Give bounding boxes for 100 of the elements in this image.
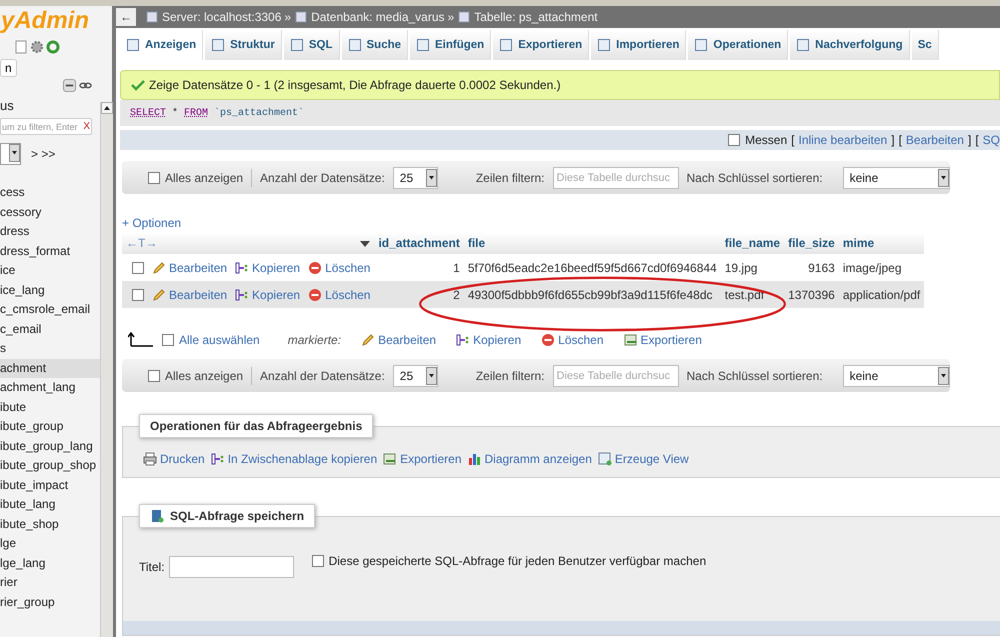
- operation-link[interactable]: Diagramm anzeigen: [484, 452, 592, 466]
- column-header[interactable]: id_attachment: [374, 232, 464, 254]
- sort-select[interactable]: keine: [842, 364, 950, 386]
- tab[interactable]: SQL: [284, 30, 340, 60]
- clear-button[interactable]: X: [83, 121, 90, 132]
- bulk-action-link[interactable]: Bearbeiten: [378, 333, 436, 347]
- column-header[interactable]: file_name: [720, 232, 784, 254]
- table-cell: 1: [374, 254, 464, 281]
- breadcrumb-separator: »: [448, 10, 454, 24]
- table-link[interactable]: ibute_group_shop: [0, 456, 100, 476]
- table-link[interactable]: c_cmsrole_email: [0, 300, 100, 320]
- page-select[interactable]: [0, 143, 21, 165]
- table-link[interactable]: ibute_impact: [0, 476, 100, 495]
- table-link[interactable]: cess: [0, 183, 100, 202]
- message-text: Zeige Datensätze 0 - 1 (2 insgesamt, Die Abfrage dauerte 0.0002 Sekunden.): [149, 78, 561, 92]
- table-link[interactable]: ibute_shop: [0, 514, 100, 534]
- bracket: ]: [968, 133, 972, 147]
- checkbox[interactable]: [132, 288, 144, 300]
- bulk-action-link[interactable]: Exportieren: [640, 333, 702, 347]
- bulk-action-link[interactable]: Kopieren: [473, 333, 522, 347]
- breadcrumb-link[interactable]: Datenbank: media_varus: [311, 10, 445, 24]
- options-link[interactable]: + Optionen: [122, 216, 182, 230]
- collapse-icon[interactable]: [63, 79, 76, 92]
- row-action-link[interactable]: Kopieren: [252, 260, 300, 274]
- table-cell: 19.jpg: [720, 254, 784, 281]
- query-link[interactable]: SQ: [982, 133, 1000, 147]
- table-link[interactable]: s: [0, 339, 100, 358]
- back-button[interactable]: ←: [116, 8, 136, 26]
- table-link[interactable]: cessory: [0, 202, 100, 222]
- rows-label: Anzahl der Datensätze:: [260, 170, 385, 184]
- bracket: [: [791, 133, 794, 147]
- row-action-link[interactable]: Löschen: [325, 260, 370, 274]
- query-link[interactable]: Inline bearbeiten: [798, 133, 888, 147]
- rows-select[interactable]: 25: [392, 364, 438, 386]
- placeholder: um zu filtern, Enter: [2, 122, 78, 132]
- checkbox[interactable]: [132, 262, 144, 274]
- table-link[interactable]: lge_lang: [0, 554, 100, 573]
- settings-icon[interactable]: [30, 40, 44, 54]
- operation-link[interactable]: Drucken: [160, 452, 205, 466]
- row-action-link[interactable]: Löschen: [325, 288, 370, 302]
- table-link[interactable]: ibute_group: [0, 417, 100, 436]
- checkbox[interactable]: [148, 370, 160, 382]
- table-cell: 2: [374, 281, 464, 308]
- checkbox[interactable]: [148, 172, 160, 184]
- breadcrumb-link[interactable]: Server: localhost:3306: [162, 10, 282, 24]
- bulk-action-link[interactable]: Löschen: [558, 333, 604, 347]
- table-link[interactable]: ice_lang: [0, 280, 100, 300]
- view-icon: [598, 452, 612, 466]
- table-link[interactable]: rier_group: [0, 592, 100, 612]
- table-link[interactable]: achment: [0, 358, 100, 378]
- table-link[interactable]: rier: [0, 573, 100, 592]
- tab[interactable]: Struktur: [205, 30, 282, 60]
- scroll-up-icon[interactable]: [101, 102, 113, 114]
- row-action-link[interactable]: Bearbeiten: [169, 288, 228, 302]
- tab[interactable]: Operationen: [688, 30, 788, 60]
- row-action-link[interactable]: Kopieren: [252, 288, 300, 302]
- bookmark-icon: [150, 509, 164, 523]
- checkbox[interactable]: [312, 555, 324, 567]
- breadcrumb-link[interactable]: Tabelle: ps_attachment: [474, 10, 598, 24]
- table-link[interactable]: c_email: [0, 320, 100, 339]
- dropdown-icon: [426, 366, 437, 384]
- row-action-link[interactable]: Bearbeiten: [169, 260, 228, 274]
- column-header[interactable]: mime: [838, 232, 924, 254]
- tab[interactable]: Nachverfolgung: [790, 30, 910, 60]
- rows-select[interactable]: 25: [392, 166, 438, 188]
- tab[interactable]: Einfügen: [410, 30, 492, 60]
- tab[interactable]: Exportieren: [493, 30, 590, 60]
- tab[interactable]: Suche: [342, 30, 408, 60]
- server-button[interactable]: n: [0, 59, 17, 77]
- column-header[interactable]: file_size: [784, 232, 839, 254]
- filter-field[interactable]: Diese Tabelle durchsuc: [552, 166, 679, 188]
- operation-link[interactable]: Erzeuge View: [614, 452, 689, 466]
- query-link[interactable]: Bearbeiten: [906, 133, 964, 147]
- copy-icon: [235, 260, 250, 274]
- table-link[interactable]: dress_format: [0, 242, 100, 261]
- filter-field[interactable]: Diese Tabelle durchsuc: [552, 364, 679, 386]
- select-all-link[interactable]: Alle auswählen: [179, 333, 260, 347]
- operation-link[interactable]: Exportieren: [400, 452, 462, 466]
- operation-link[interactable]: In Zwischenablage kopieren: [228, 452, 378, 466]
- delete-icon: [541, 333, 556, 347]
- scrollbar[interactable]: [100, 102, 113, 637]
- checkbox[interactable]: [728, 134, 740, 146]
- next-page-link[interactable]: > >>: [31, 147, 56, 161]
- column-header[interactable]: file: [464, 232, 721, 254]
- table-filter-field[interactable]: um zu filtern, Enter X: [0, 118, 92, 135]
- table-link[interactable]: achment_lang: [0, 378, 100, 398]
- database-name[interactable]: us: [0, 98, 14, 113]
- table-link[interactable]: ibute_lang: [0, 495, 100, 514]
- sort-select[interactable]: keine: [842, 166, 950, 188]
- title-field[interactable]: [168, 556, 294, 578]
- table-link[interactable]: ice: [0, 261, 100, 280]
- checkbox[interactable]: [162, 334, 174, 346]
- sort-caret-icon[interactable]: [360, 241, 370, 247]
- table-link[interactable]: ibute: [0, 398, 100, 417]
- tab[interactable]: Importieren: [591, 30, 686, 60]
- table-link[interactable]: dress: [0, 222, 100, 242]
- marked-label: markierte:: [288, 333, 342, 347]
- table-link[interactable]: ibute_group_lang: [0, 436, 100, 456]
- tab[interactable]: Sc: [912, 30, 939, 60]
- table-link[interactable]: lge: [0, 534, 100, 554]
